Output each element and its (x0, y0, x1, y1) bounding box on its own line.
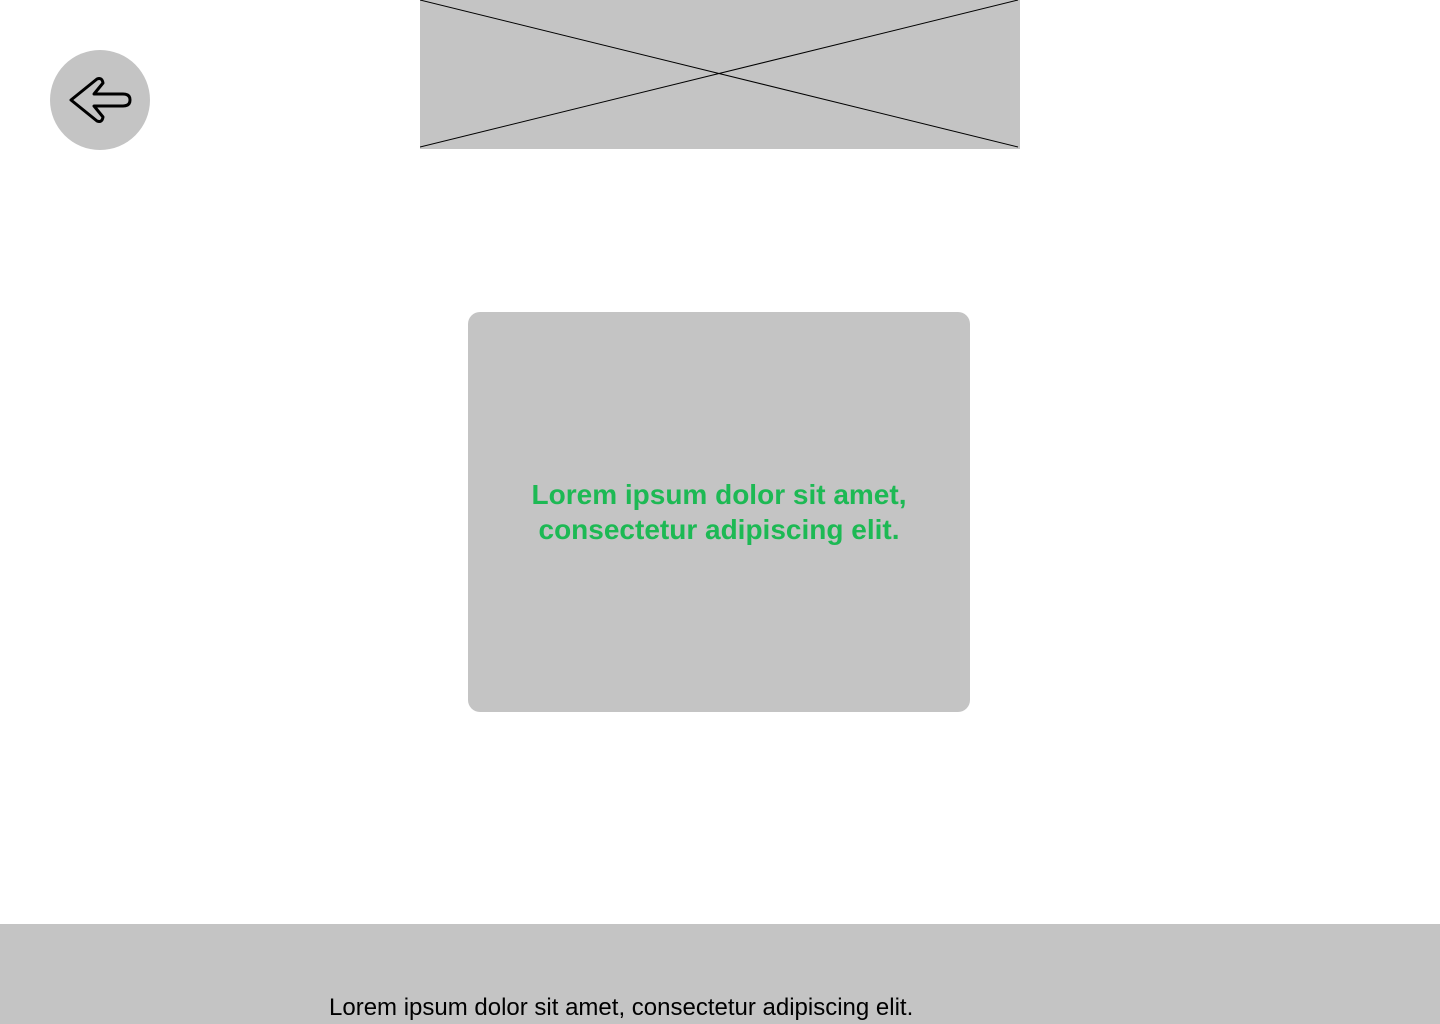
card-text: Lorem ipsum dolor sit amet, consectetur … (531, 479, 907, 545)
arrow-left-icon (67, 75, 133, 125)
back-button[interactable] (50, 50, 150, 150)
center-card: Lorem ipsum dolor sit amet, consectetur … (468, 312, 970, 712)
page: Lorem ipsum dolor sit amet, consectetur … (0, 0, 1440, 1024)
banner-image-placeholder (420, 0, 1020, 149)
footer-text: Lorem ipsum dolor sit amet, consectetur … (329, 994, 914, 1021)
footer: Lorem ipsum dolor sit amet, consectetur … (0, 924, 1440, 1024)
image-placeholder-icon (420, 0, 1019, 148)
